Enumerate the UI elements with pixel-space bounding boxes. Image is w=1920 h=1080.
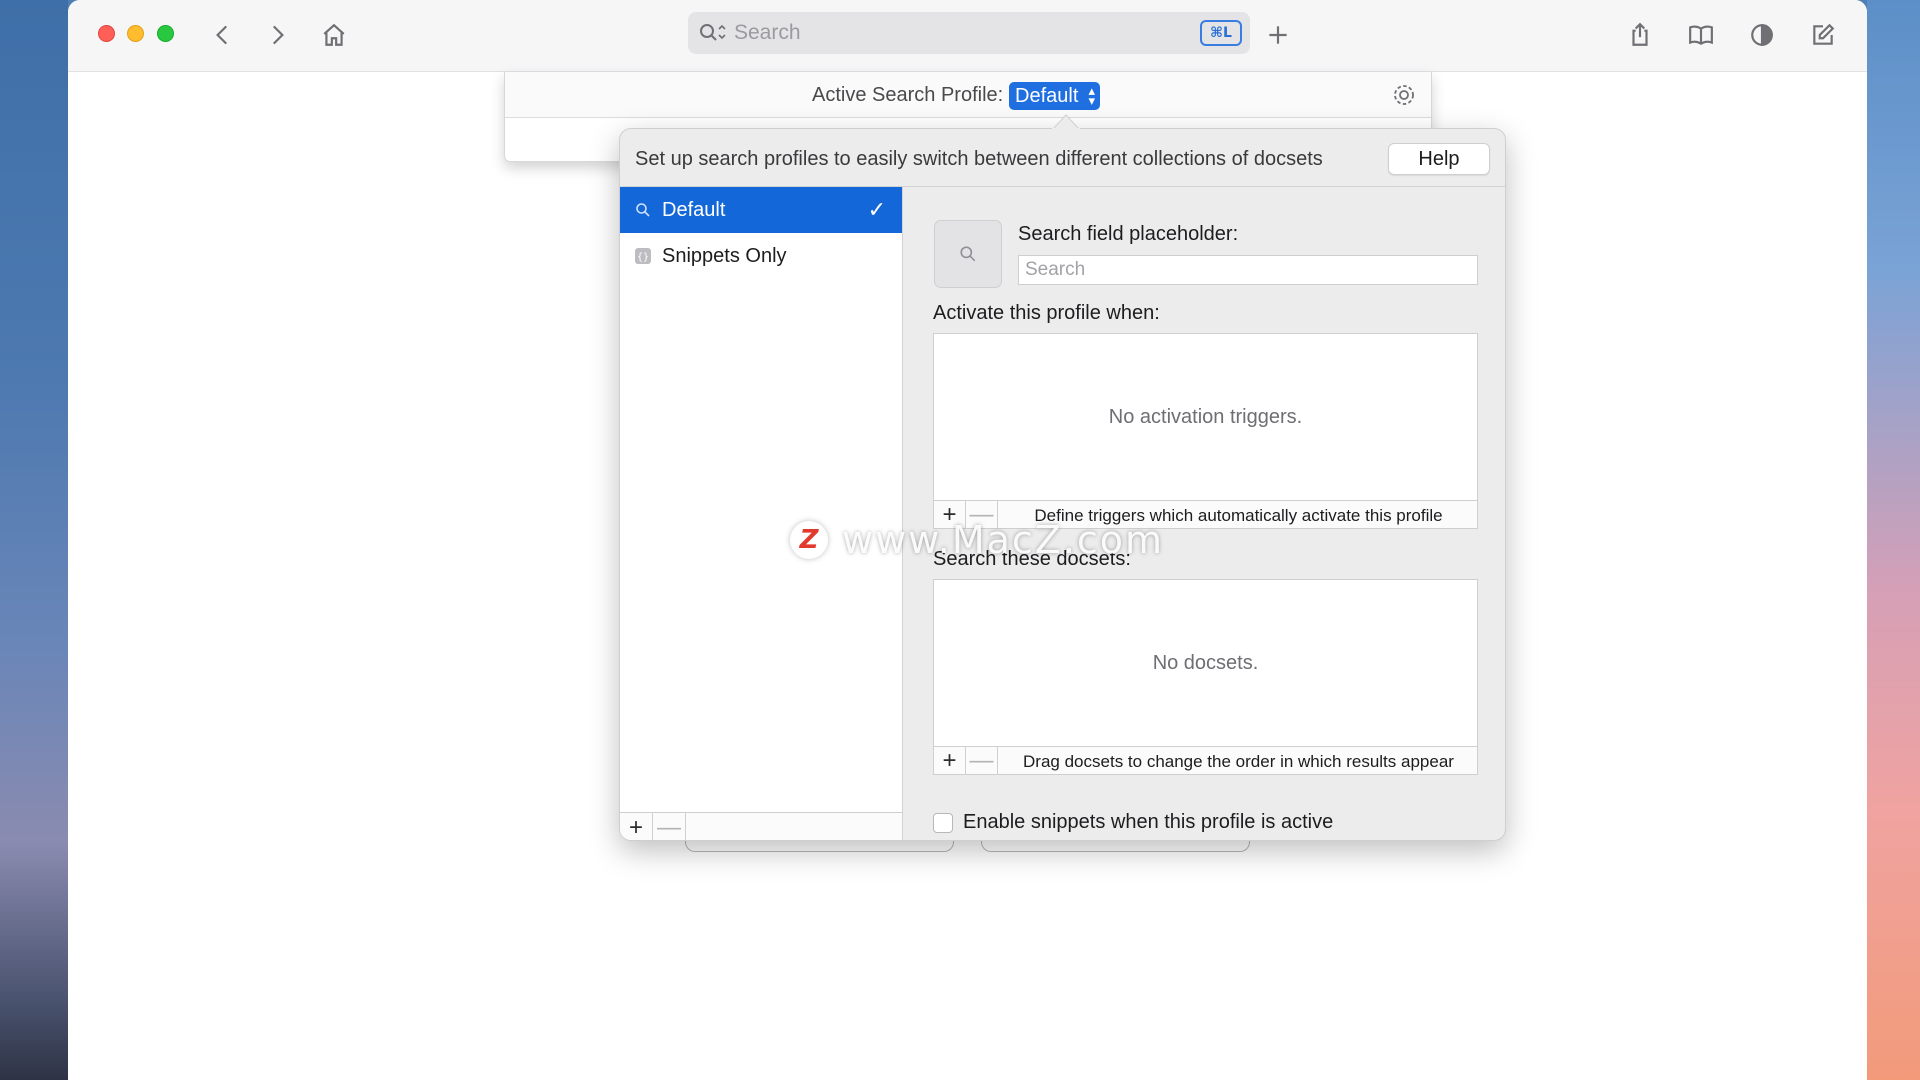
desktop-wallpaper-right (1867, 0, 1920, 1080)
close-window-button[interactable] (98, 25, 115, 42)
shortcut-badge: ⌘L (1200, 20, 1242, 46)
contrast-icon (1751, 24, 1773, 46)
zoom-window-button[interactable] (157, 25, 174, 42)
gear-icon[interactable] (1391, 82, 1417, 108)
compose-icon (1813, 23, 1835, 45)
share-icon (1632, 22, 1648, 46)
docsets-hint: Drag docsets to change the order in whic… (1023, 752, 1454, 771)
search-input[interactable] (734, 18, 1154, 48)
active-profile-popup[interactable]: Default ▴ ▾ (1009, 82, 1100, 110)
minimize-window-button[interactable] (127, 25, 144, 42)
minus-icon: — (969, 747, 994, 774)
search-profiles-popover: Set up search profiles to easily switch … (619, 128, 1506, 841)
desktop-wallpaper-left (0, 0, 68, 1080)
add-profile-button[interactable]: + (620, 813, 653, 841)
docsets-footer: + — Drag docsets to change the order in … (934, 746, 1477, 775)
triggers-list[interactable]: No activation triggers. + — Define trigg… (933, 333, 1478, 529)
add-docset-button[interactable]: + (934, 747, 966, 775)
snippets-checkbox-label: Enable snippets when this profile is act… (963, 811, 1334, 833)
profile-item-snippets-only[interactable]: {} Snippets Only (620, 233, 902, 279)
watermark-text: www.MacZ.com (842, 518, 1165, 562)
profile-settings: Search field placeholder: Activate this … (903, 187, 1505, 840)
placeholder-input[interactable] (1018, 255, 1478, 285)
home-button[interactable] (317, 18, 351, 52)
home-icon (323, 23, 345, 46)
watermark: Z www.MacZ.com (790, 518, 1164, 562)
remove-docset-button[interactable]: — (966, 747, 998, 775)
minus-icon: — (657, 814, 681, 841)
chevron-right-icon (272, 25, 284, 45)
bookmarks-button[interactable] (1684, 18, 1718, 52)
compose-button[interactable] (1806, 18, 1840, 52)
profile-item-default[interactable]: Default ✓ (620, 187, 902, 233)
popover-description: Set up search profiles to easily switch … (635, 148, 1323, 170)
toolbar: ⌘L (68, 0, 1867, 72)
plus-icon: + (942, 747, 957, 774)
profile-list-footer: + — (620, 812, 902, 841)
search-field[interactable]: ⌘L (688, 12, 1250, 54)
snippets-checkbox[interactable] (933, 812, 953, 833)
back-button[interactable] (206, 18, 240, 52)
docsets-empty-text: No docsets. (1152, 652, 1259, 674)
updown-chevron-icon: ▴ ▾ (1088, 83, 1095, 108)
checkmark-icon: ✓ (867, 197, 886, 222)
book-icon (1689, 25, 1713, 45)
plus-icon: + (628, 814, 643, 841)
profile-item-label: Default (662, 198, 726, 221)
magnifier-icon (960, 246, 976, 262)
share-button[interactable] (1623, 18, 1657, 52)
search-profile-row: Active Search Profile: Default ▴ ▾ (505, 72, 1431, 118)
search-scope-icon (698, 22, 728, 44)
active-profile-value: Default (1015, 84, 1079, 107)
magnifier-icon (634, 201, 652, 219)
popover-header: Set up search profiles to easily switch … (620, 129, 1505, 187)
chevron-left-icon (216, 25, 228, 45)
watermark-logo: Z (790, 521, 828, 559)
profile-item-label: Snippets Only (662, 244, 787, 267)
new-tab-button[interactable] (1261, 18, 1295, 52)
svg-text:{}: {} (637, 252, 649, 263)
popover-arrow (1052, 114, 1080, 130)
docsets-list[interactable]: No docsets. + — Drag docsets to change t… (933, 579, 1478, 775)
snippet-icon: {} (634, 247, 652, 265)
plus-icon (1269, 26, 1287, 44)
snippets-checkbox-row[interactable]: Enable snippets when this profile is act… (933, 811, 1333, 834)
profile-list: Default ✓ {} Snippets Only + — (620, 187, 903, 841)
placeholder-label: Search field placeholder: (1018, 223, 1239, 245)
forward-button[interactable] (260, 18, 294, 52)
triggers-label: Activate this profile when: (933, 302, 1160, 324)
help-button[interactable]: Help (1388, 143, 1490, 175)
profile-icon-well[interactable] (934, 220, 1002, 288)
active-profile-label: Active Search Profile: (812, 84, 1004, 106)
remove-profile-button[interactable]: — (653, 813, 686, 841)
triggers-empty-text: No activation triggers. (1108, 406, 1303, 428)
appearance-button[interactable] (1745, 18, 1779, 52)
